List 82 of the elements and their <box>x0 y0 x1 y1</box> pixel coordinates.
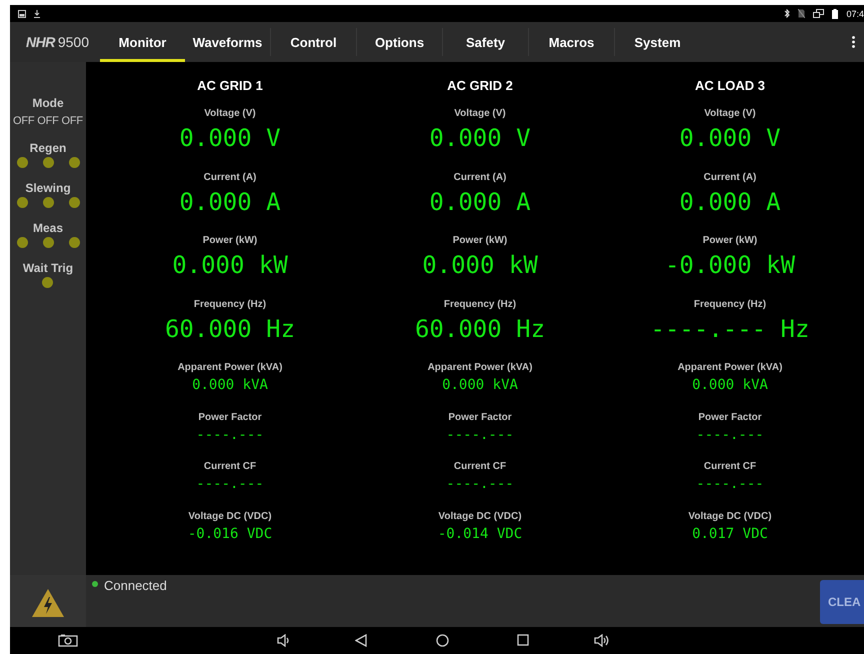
reading-label: Current CF <box>454 461 506 473</box>
reading-label: Frequency (Hz) <box>444 298 516 310</box>
channel-title: AC GRID 2 <box>447 77 513 95</box>
channel-title: AC LOAD 3 <box>694 77 766 95</box>
indicator-label: Slewing <box>25 181 71 195</box>
screen-icon <box>813 9 824 18</box>
reading-value: 0.000 V <box>179 124 281 152</box>
reading-label: Current (A) <box>204 172 256 184</box>
reading-label: Current CF <box>704 461 756 473</box>
nav-tab[interactable]: Options <box>357 22 442 62</box>
reading-value: 60.000 Hz <box>164 314 296 342</box>
menu-icon[interactable] <box>852 36 855 48</box>
reading-value: ----.--- <box>446 426 514 444</box>
reading-value: ----.--- <box>696 426 764 444</box>
nav-tab[interactable]: Safety <box>443 22 528 62</box>
reading-value: 0.000 A <box>679 188 781 216</box>
reading-label: Power Factor <box>448 412 512 424</box>
reading-value: -0.016 VDC <box>188 524 272 542</box>
reading-label: Voltage DC (VDC) <box>438 510 522 522</box>
reading-value: 0.000 A <box>179 188 281 216</box>
reading-value: 0.000 A <box>429 188 531 216</box>
mode-label: Mode <box>32 96 64 110</box>
reading-label: Current CF <box>204 461 256 473</box>
clear-button[interactable]: CLEA <box>820 580 864 624</box>
reading-value: -0.000 kW <box>664 251 796 279</box>
reading-label: Power Factor <box>698 412 762 424</box>
reading-value: 0.000 V <box>429 124 531 152</box>
reading-value: ----.--- <box>446 475 514 493</box>
reading-label: Apparent Power (kVA) <box>428 362 532 374</box>
high-voltage-warning-icon <box>31 588 65 618</box>
reading-label: Current (A) <box>704 172 756 184</box>
reading-value: 0.000 kVA <box>192 376 268 394</box>
reading-value: 0.000 kVA <box>692 376 768 394</box>
reading-label: Power Factor <box>198 412 262 424</box>
reading-label: Voltage DC (VDC) <box>688 510 772 522</box>
recents-icon[interactable] <box>517 634 529 646</box>
reading-label: Power (kW) <box>702 235 758 247</box>
home-icon[interactable] <box>436 634 449 647</box>
logo-model: 9500 <box>58 34 89 50</box>
nav-tab[interactable]: System <box>615 22 700 62</box>
reading-value: ----.--- Hz <box>650 314 810 342</box>
reading-label: Voltage (V) <box>704 108 756 120</box>
reading-label: Voltage DC (VDC) <box>188 510 272 522</box>
reading-label: Apparent Power (kVA) <box>678 362 782 374</box>
clock-time: 07:4 <box>846 8 864 18</box>
reading-label: Current (A) <box>454 172 506 184</box>
back-icon[interactable] <box>355 634 367 647</box>
battery-icon <box>832 8 838 18</box>
reading-value: 0.000 kVA <box>442 376 518 394</box>
connection-status: Connected <box>104 578 167 593</box>
reading-value: 0.000 kW <box>422 251 538 279</box>
reading-value: 0.000 V <box>679 124 781 152</box>
screenshot-icon[interactable] <box>58 634 78 647</box>
reading-value: -0.014 VDC <box>438 524 522 542</box>
reading-label: Voltage (V) <box>204 108 256 120</box>
reading-value: 60.000 Hz <box>414 314 546 342</box>
reading-value: ----.--- <box>196 475 264 493</box>
download-icon <box>34 10 40 18</box>
nav-tab[interactable]: Waveforms <box>185 22 270 62</box>
reading-label: Power (kW) <box>202 235 258 247</box>
indicator-label: Meas <box>32 221 64 235</box>
indicator-label: Regen <box>30 141 66 155</box>
reading-label: Apparent Power (kVA) <box>178 362 282 374</box>
indicator-label: Wait Trig <box>22 261 74 275</box>
reading-value: ----.--- <box>196 426 264 444</box>
volume-up-icon[interactable] <box>594 634 610 647</box>
reading-value: 0.017 VDC <box>692 524 768 542</box>
image-icon <box>18 10 26 18</box>
reading-value: 0.000 kW <box>172 251 288 279</box>
volume-down-icon[interactable] <box>277 634 289 647</box>
channel-title: AC GRID 1 <box>197 77 263 95</box>
bluetooth-icon <box>784 9 790 18</box>
mode-value: OFF OFF OFF <box>13 114 83 128</box>
reading-label: Frequency (Hz) <box>194 298 266 310</box>
reading-label: Power (kW) <box>452 235 508 247</box>
nav-tab[interactable]: Macros <box>529 22 614 62</box>
reading-label: Voltage (V) <box>454 108 506 120</box>
no-sim-icon <box>798 9 806 18</box>
nav-tab[interactable]: Control <box>271 22 356 62</box>
logo-brand: NHR <box>26 34 55 50</box>
reading-label: Frequency (Hz) <box>694 298 766 310</box>
reading-value: ----.--- <box>696 475 764 493</box>
